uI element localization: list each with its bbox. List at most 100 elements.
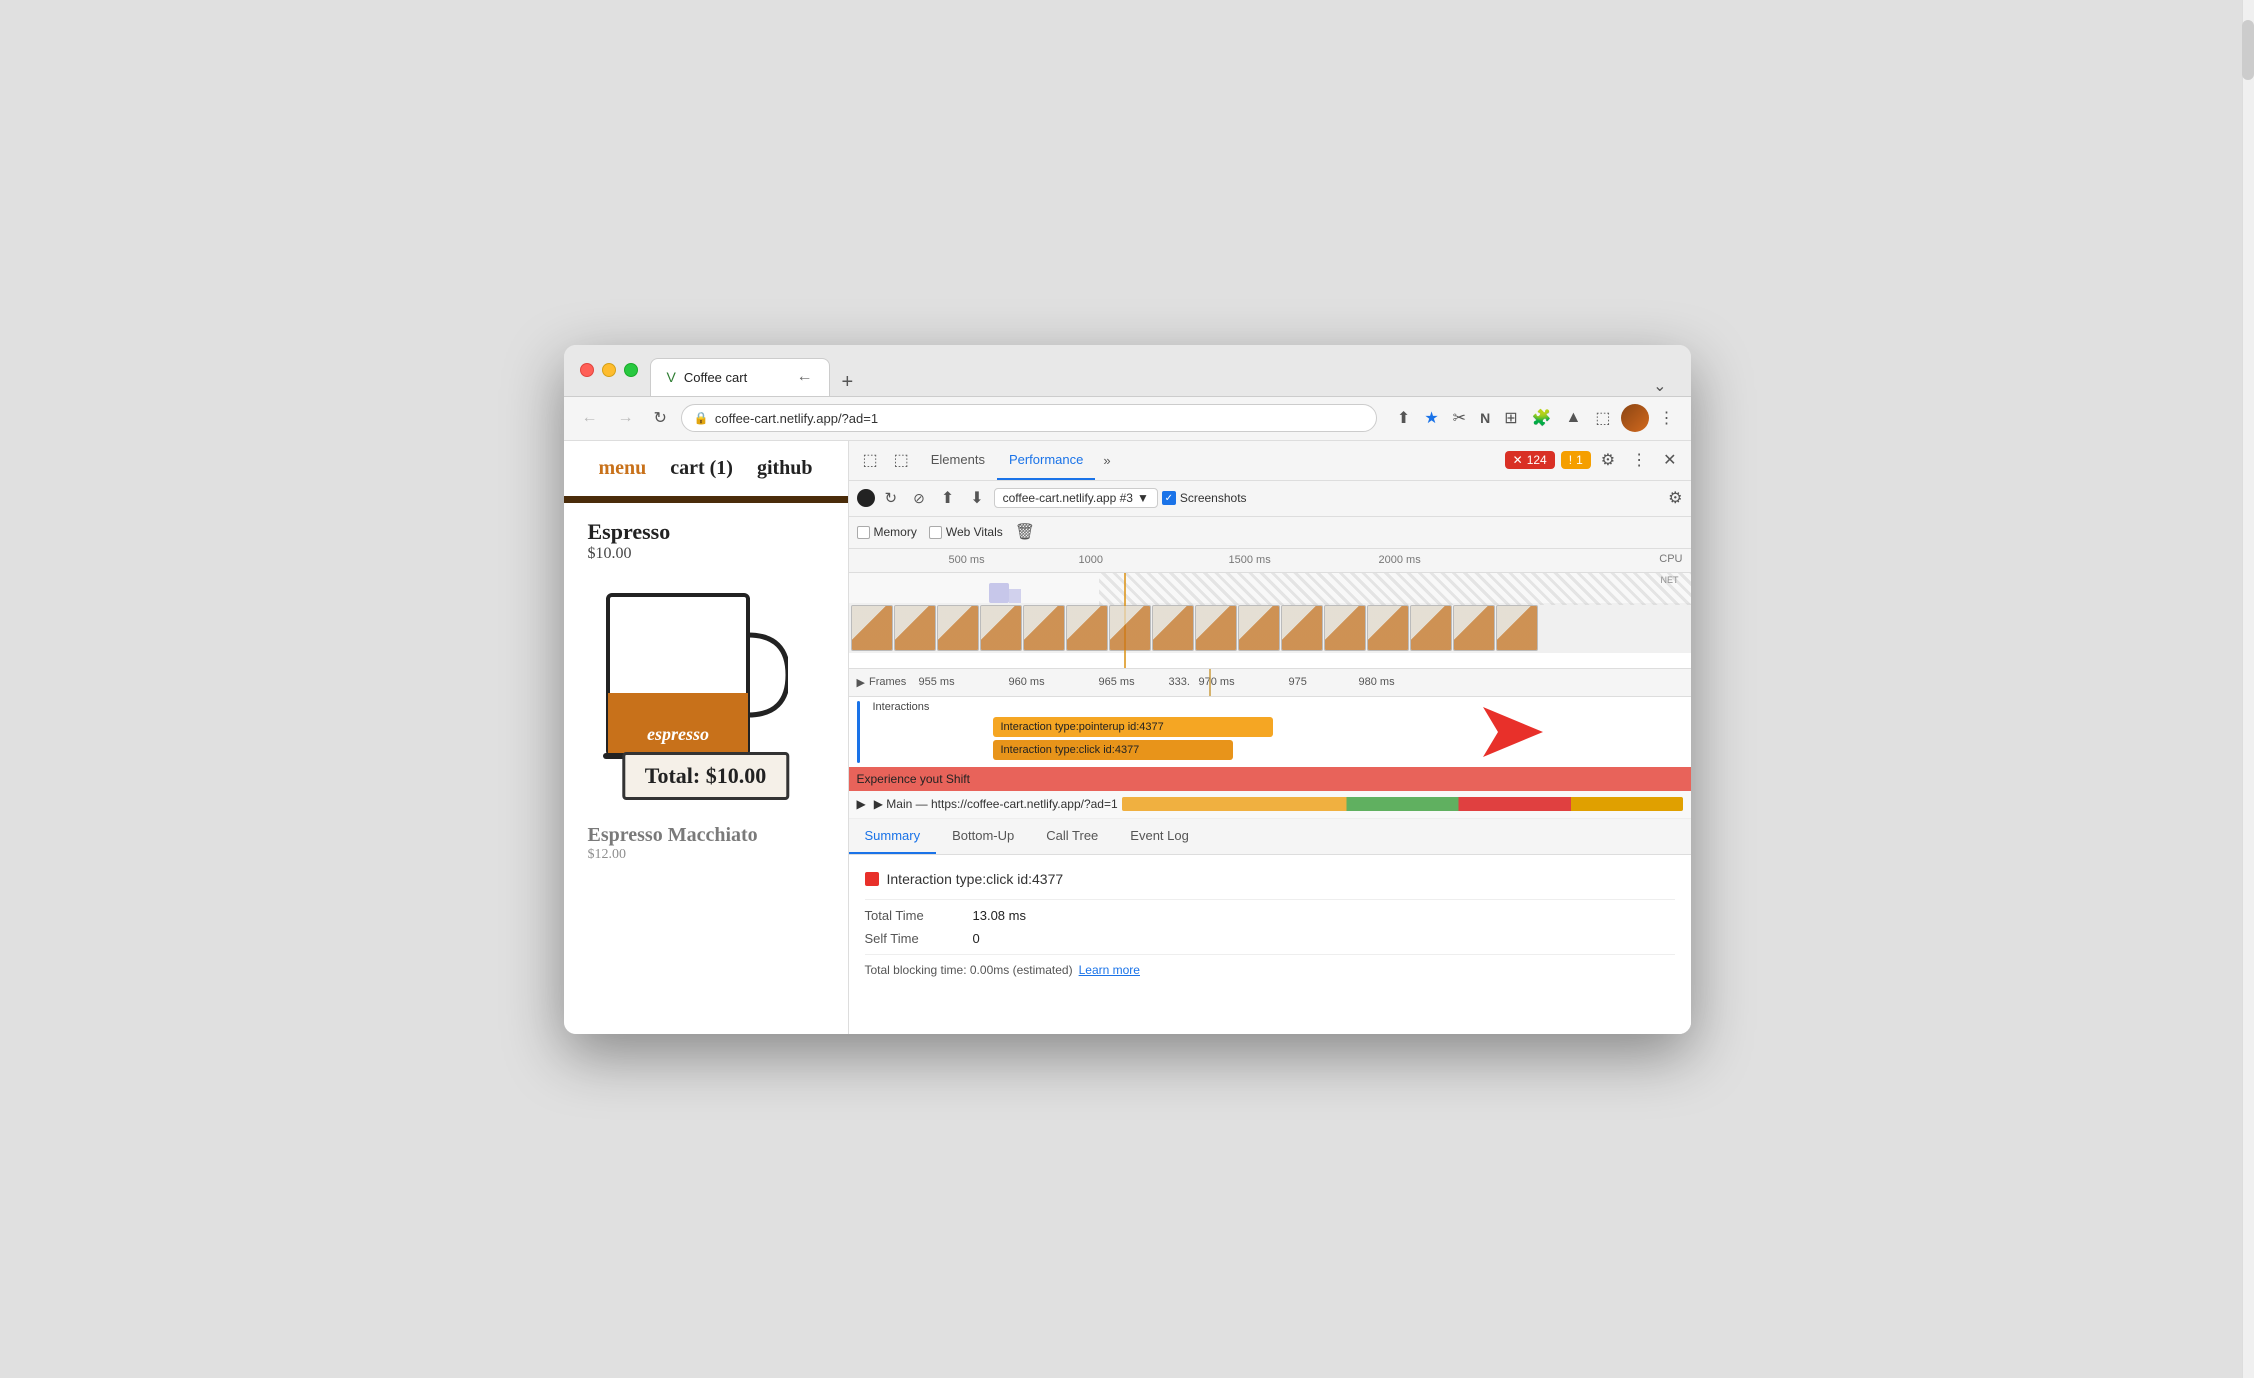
web-vitals-checkbox-item[interactable]: Web Vitals bbox=[929, 525, 1003, 539]
svg-text:espresso: espresso bbox=[647, 724, 709, 744]
screenshot-thumb bbox=[1367, 605, 1409, 651]
nav-menu-link[interactable]: menu bbox=[598, 457, 646, 480]
summary-content: Interaction type:click id:4377 Total Tim… bbox=[849, 855, 1691, 1034]
back-button[interactable]: ← bbox=[576, 405, 604, 431]
tab-summary[interactable]: Summary bbox=[849, 818, 937, 854]
close-button[interactable] bbox=[580, 363, 594, 377]
devtools-toolbar2: ↻ ⊘ ⬆ ⬇ coffee-cart.netlify.app #3 ▼ ✓ S… bbox=[849, 481, 1691, 517]
screenshot-thumb bbox=[1023, 605, 1065, 651]
frame-time-970: 970 ms bbox=[1199, 676, 1235, 688]
frame-time-960: 960 ms bbox=[1009, 676, 1045, 688]
traffic-lights bbox=[580, 363, 638, 377]
tab-bottom-up[interactable]: Bottom-Up bbox=[936, 818, 1030, 854]
forward-button[interactable]: → bbox=[612, 405, 640, 431]
error-badge[interactable]: ✕ 124 bbox=[1505, 451, 1555, 469]
timeline-area: 500 ms 1000 1500 ms 2000 ms CPU NET bbox=[849, 549, 1691, 669]
devtools-close-icon[interactable]: ✕ bbox=[1657, 446, 1682, 474]
screenshots-track bbox=[849, 603, 1691, 653]
summary-tabs: Summary Bottom-Up Call Tree Event Log bbox=[849, 819, 1691, 855]
devtools-more-icon[interactable]: ⋮ bbox=[1625, 446, 1653, 474]
url-text: coffee-cart.netlify.app/?ad=1 bbox=[715, 411, 878, 426]
minimize-button[interactable] bbox=[602, 363, 616, 377]
coffee-item-espresso: Espresso $10.00 espresso bbox=[564, 503, 848, 816]
screenshots-toggle[interactable]: ✓ Screenshots bbox=[1162, 491, 1247, 505]
upload-icon[interactable]: ⬆ bbox=[935, 484, 960, 512]
interaction-pointerup-text: Interaction type:pointerup id:4377 bbox=[1001, 721, 1164, 733]
device-toolbar-icon[interactable]: ⬚ bbox=[888, 446, 915, 474]
total-blocking-text: Total blocking time: 0.00ms (estimated) bbox=[865, 963, 1073, 977]
extensions-grid-icon[interactable]: ⊞ bbox=[1500, 404, 1521, 432]
screenshot-thumb bbox=[1195, 605, 1237, 651]
warning-count: 1 bbox=[1576, 453, 1583, 467]
macchiato-name: Espresso Macchiato bbox=[588, 824, 824, 847]
profile-avatar[interactable] bbox=[1621, 404, 1649, 432]
refresh-performance-icon[interactable]: ↻ bbox=[879, 485, 904, 511]
reload-button[interactable]: ↻ bbox=[648, 404, 673, 432]
nav-github-link[interactable]: github bbox=[757, 457, 813, 480]
browser-window: V Coffee cart ← + ⌄ ← → ↻ 🔒 coffee-cart.… bbox=[564, 345, 1691, 1034]
trash-icon[interactable]: 🗑 bbox=[1015, 522, 1035, 542]
self-time-row: Self Time 0 bbox=[865, 931, 1675, 946]
download-icon[interactable]: ⬇ bbox=[964, 484, 989, 512]
coffee-price: $10.00 bbox=[588, 545, 824, 563]
error-count: 124 bbox=[1527, 453, 1547, 467]
address-bar[interactable]: 🔒 coffee-cart.netlify.app/?ad=1 bbox=[681, 404, 1377, 432]
tab-elements[interactable]: Elements bbox=[919, 441, 997, 481]
screenshot-thumb bbox=[1324, 605, 1366, 651]
account-icon[interactable]: ▲ bbox=[1562, 405, 1586, 431]
devtools-options: Memory Web Vitals 🗑 bbox=[849, 517, 1691, 549]
screenshot-thumb bbox=[1453, 605, 1495, 651]
tab-call-tree[interactable]: Call Tree bbox=[1030, 818, 1114, 854]
tab-chevron-icon[interactable]: ⌄ bbox=[1645, 376, 1674, 396]
tab-event-log[interactable]: Event Log bbox=[1114, 818, 1205, 854]
coffee-cup-container: espresso Total: $10.00 bbox=[588, 575, 824, 800]
memory-checkbox-item[interactable]: Memory bbox=[857, 525, 917, 539]
web-vitals-checkbox[interactable] bbox=[929, 526, 942, 539]
interaction-bar-click[interactable]: Interaction type:click id:4377 bbox=[993, 740, 1233, 760]
frames-expand-icon[interactable]: ▶ bbox=[857, 676, 865, 689]
scissors-icon[interactable]: ✂ bbox=[1449, 404, 1470, 432]
nav-cart-link[interactable]: cart (1) bbox=[670, 457, 733, 480]
more-vert-icon[interactable]: ⋮ bbox=[1655, 404, 1679, 432]
tab-close-icon[interactable]: ← bbox=[797, 369, 813, 385]
new-tab-button[interactable]: + bbox=[834, 371, 862, 394]
devtools-header: ⬚ ⬚ Elements Performance » ✕ 124 ! 1 bbox=[849, 441, 1691, 481]
notion-icon[interactable]: N bbox=[1476, 406, 1494, 430]
interaction-bar-pointerup[interactable]: Interaction type:pointerup id:4377 bbox=[993, 717, 1273, 737]
learn-more-link[interactable]: Learn more bbox=[1079, 963, 1140, 977]
devtools-settings-icon[interactable]: ⚙ bbox=[1595, 446, 1621, 474]
total-time-row: Total Time 13.08 ms bbox=[865, 908, 1675, 923]
active-tab[interactable]: V Coffee cart ← bbox=[650, 358, 830, 396]
interactions-left-border bbox=[857, 701, 860, 763]
performance-settings-icon[interactable]: ⚙ bbox=[1668, 488, 1682, 508]
maximize-button[interactable] bbox=[624, 363, 638, 377]
web-vitals-label: Web Vitals bbox=[946, 525, 1003, 539]
record-button[interactable] bbox=[857, 489, 875, 507]
tab-performance[interactable]: Performance bbox=[997, 441, 1095, 481]
warning-icon: ! bbox=[1569, 453, 1572, 467]
tab-more-icon[interactable]: » bbox=[1095, 453, 1118, 468]
session-selector[interactable]: coffee-cart.netlify.app #3 ▼ bbox=[994, 488, 1158, 508]
tabs-area: V Coffee cart ← + ⌄ bbox=[650, 345, 1675, 396]
macchiato-price: $12.00 bbox=[588, 847, 824, 863]
frame-time-975: 975 bbox=[1289, 676, 1307, 688]
layout-icon[interactable]: ⬚ bbox=[1591, 404, 1614, 432]
main-thread-expand-icon[interactable]: ▶ bbox=[857, 797, 866, 811]
puzzle-icon[interactable]: 🧩 bbox=[1528, 404, 1556, 432]
memory-checkbox[interactable] bbox=[857, 526, 870, 539]
timeline-ruler: 500 ms 1000 1500 ms 2000 ms CPU bbox=[849, 549, 1691, 573]
frames-label: ▶ Frames bbox=[857, 676, 907, 689]
clear-icon[interactable]: ⊘ bbox=[907, 486, 931, 511]
summary-divider2 bbox=[865, 954, 1675, 955]
warning-badge[interactable]: ! 1 bbox=[1561, 451, 1591, 469]
time-mark-500: 500 ms bbox=[949, 554, 985, 566]
screenshots-checkbox[interactable]: ✓ bbox=[1162, 491, 1176, 505]
screenshot-thumb bbox=[1152, 605, 1194, 651]
frames-times: 955 ms 960 ms 965 ms 333. 970 ms 975 980… bbox=[919, 669, 1691, 696]
inspect-element-icon[interactable]: ⬚ bbox=[857, 446, 884, 474]
tab-title: Coffee cart bbox=[684, 370, 789, 385]
summary-interaction-label: Interaction type:click id:4377 bbox=[887, 871, 1064, 887]
share-icon[interactable]: ⬆ bbox=[1393, 404, 1414, 432]
bookmark-star-icon[interactable]: ★ bbox=[1420, 404, 1442, 432]
devtools-panel: ⬚ ⬚ Elements Performance » ✕ 124 ! 1 bbox=[849, 441, 1691, 1034]
